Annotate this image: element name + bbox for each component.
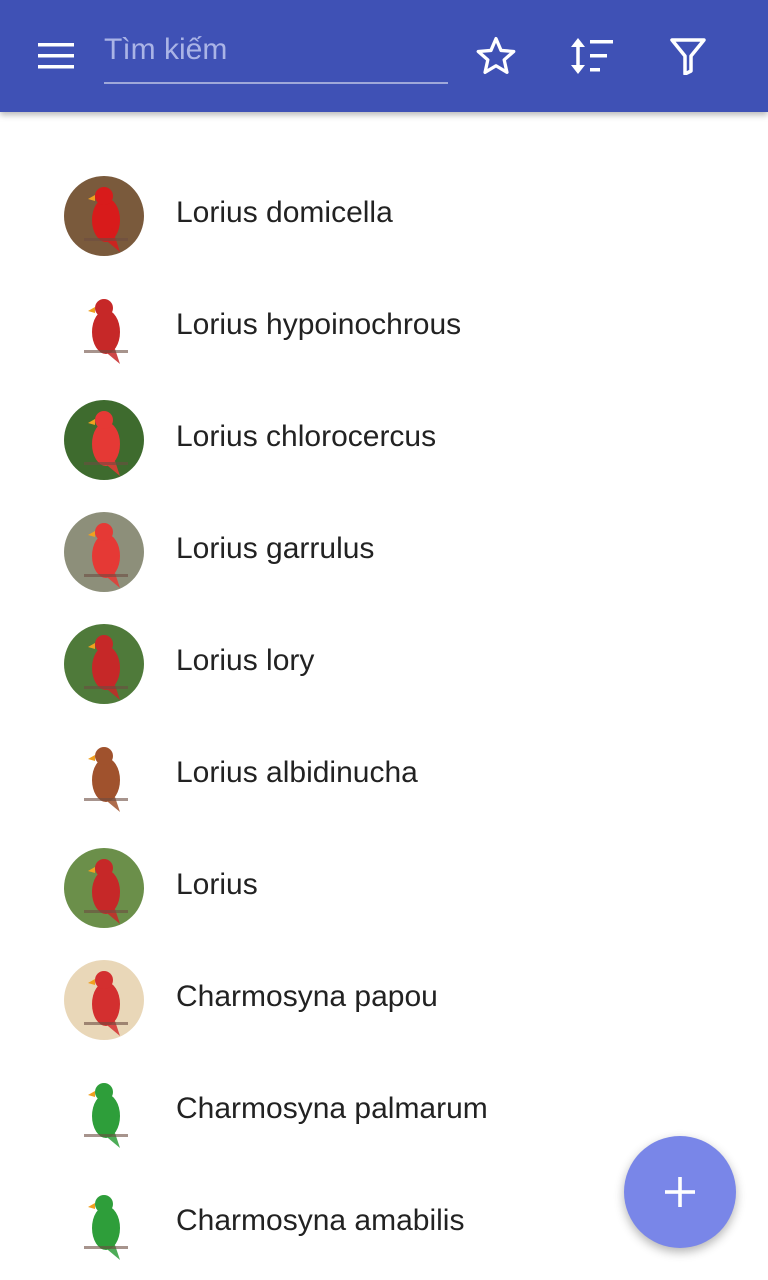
menu-button[interactable] xyxy=(24,24,88,88)
app-bar xyxy=(0,0,768,112)
list-item[interactable]: Lorius chlorocercus xyxy=(0,384,768,496)
bird-thumbnail xyxy=(64,1184,144,1264)
list-item[interactable]: Lorius albidinucha xyxy=(0,720,768,832)
bird-thumbnail xyxy=(64,624,144,704)
star-outline-icon xyxy=(476,36,516,74)
list-item-label: Lorius hypoinochrous xyxy=(176,308,462,341)
list-item[interactable]: Lorius garrulus xyxy=(0,496,768,608)
search-field xyxy=(104,22,448,84)
list-item[interactable]: Lorius xyxy=(0,832,768,944)
filter-icon xyxy=(670,38,706,75)
list-item[interactable]: Lorius lory xyxy=(0,608,768,720)
bird-thumbnail xyxy=(64,512,144,592)
list-item-label: Lorius xyxy=(176,868,258,901)
favorites-button[interactable] xyxy=(464,24,528,88)
bird-thumbnail xyxy=(64,960,144,1040)
sort-icon xyxy=(571,38,613,74)
search-input[interactable] xyxy=(104,22,448,78)
bird-thumbnail xyxy=(64,1072,144,1152)
list-item-label: Lorius domicella xyxy=(176,196,393,229)
filter-button[interactable] xyxy=(656,24,720,88)
sort-button[interactable] xyxy=(560,24,624,88)
list-item-label: Charmosyna papou xyxy=(176,980,438,1013)
list-item[interactable]: Lorius domicella xyxy=(0,160,768,272)
bird-thumbnail xyxy=(64,176,144,256)
list-item-label: Charmosyna palmarum xyxy=(176,1092,488,1125)
list-item-label: Lorius albidinucha xyxy=(176,756,418,789)
bird-thumbnail xyxy=(64,736,144,816)
list-item-label: Charmosyna amabilis xyxy=(176,1204,465,1237)
hamburger-menu-icon xyxy=(38,43,74,69)
list-item[interactable]: Charmosyna papou xyxy=(0,944,768,1056)
add-button[interactable] xyxy=(624,1136,736,1248)
list-item-label: Lorius lory xyxy=(176,644,315,677)
list-item-label: Lorius garrulus xyxy=(176,532,375,565)
bird-thumbnail xyxy=(64,288,144,368)
bird-list: Lorius domicella Lorius hypoinochrous Lori… xyxy=(0,160,768,1280)
plus-icon xyxy=(665,1177,695,1207)
bird-thumbnail xyxy=(64,400,144,480)
bird-thumbnail xyxy=(64,848,144,928)
list-item-label: Lorius chlorocercus xyxy=(176,420,437,453)
list-item[interactable]: Lorius hypoinochrous xyxy=(0,272,768,384)
